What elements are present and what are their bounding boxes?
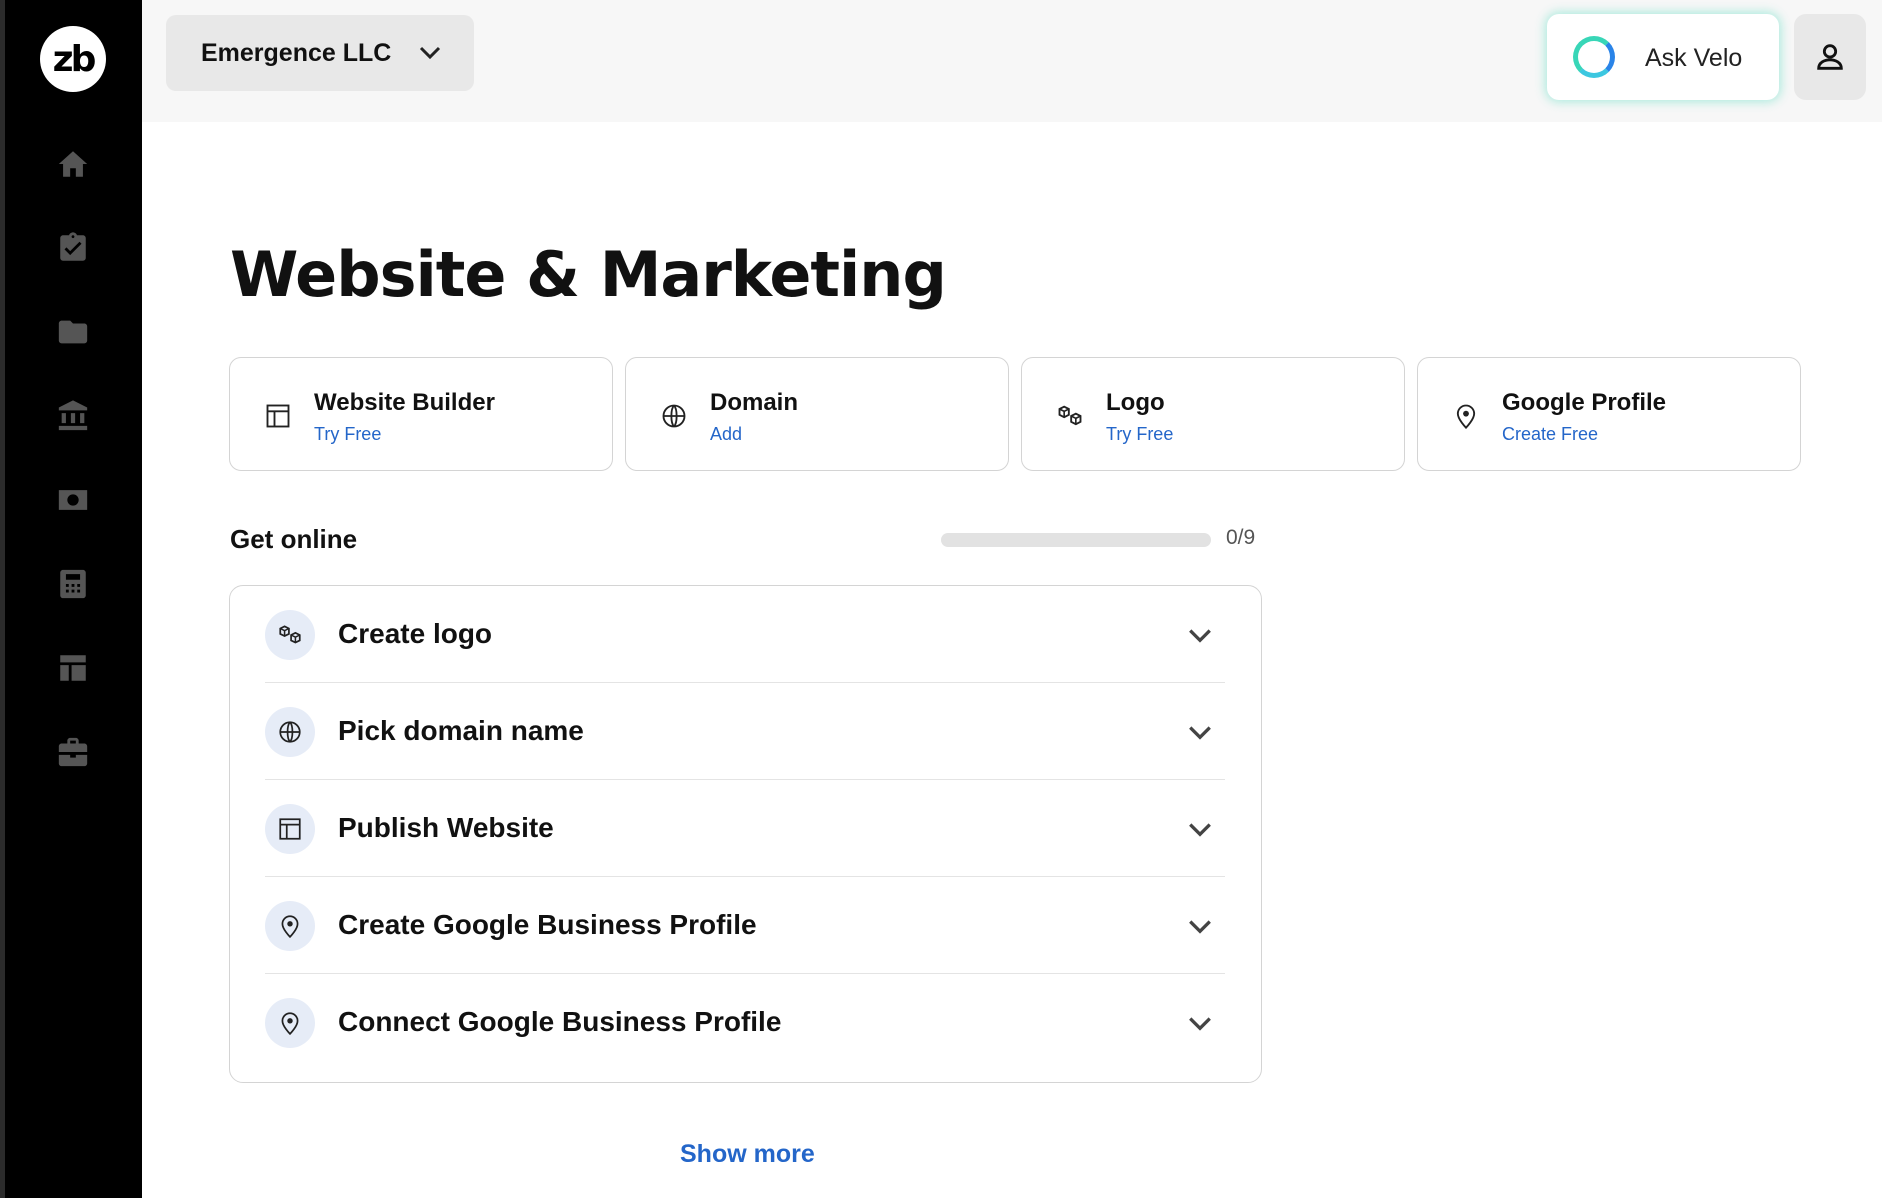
ask-velo-button[interactable]: Ask Velo — [1547, 14, 1779, 100]
card-subtitle[interactable]: Create Free — [1502, 424, 1598, 445]
task-label: Pick domain name — [338, 715, 584, 746]
page-title: Website & Marketing — [230, 238, 947, 311]
task-label: Create Google Business Profile — [338, 909, 757, 940]
chevron-down-icon[interactable] — [1187, 917, 1213, 937]
progress-count: 0/9 — [1226, 526, 1256, 549]
task-create-logo[interactable]: Create logo — [265, 586, 1225, 683]
task-publish-website[interactable]: Publish Website — [265, 780, 1225, 877]
map-pin-icon — [1456, 404, 1476, 429]
get-online-heading: Get online — [230, 524, 358, 554]
calculator-icon[interactable] — [55, 566, 91, 602]
layout-icon — [265, 804, 315, 854]
task-pick-domain-name[interactable]: Pick domain name — [265, 683, 1225, 780]
clipboard-check-icon[interactable] — [55, 230, 91, 266]
get-online-task-list: Create logo Pick domain name Publish Web… — [229, 585, 1262, 1083]
card-subtitle[interactable]: Try Free — [314, 424, 381, 445]
card-title: Website Builder — [314, 389, 495, 416]
bank-icon[interactable] — [55, 398, 91, 434]
website-builder-card[interactable]: Website Builder Try Free — [229, 357, 613, 471]
zb-logo[interactable]: zb — [40, 26, 106, 92]
card-title: Domain — [710, 389, 799, 416]
chevron-down-icon[interactable] — [1187, 723, 1213, 743]
user-icon — [1817, 44, 1843, 70]
task-connect-google-business-profile[interactable]: Connect Google Business Profile — [265, 974, 1225, 1071]
company-switcher[interactable]: Emergence LLC — [166, 15, 474, 91]
card-title: Google Profile — [1502, 389, 1667, 416]
map-pin-icon — [265, 998, 315, 1048]
card-subtitle[interactable]: Try Free — [1106, 424, 1173, 445]
top-bar: Emergence LLC Ask Velo — [142, 0, 1882, 122]
cubes-icon — [1058, 405, 1082, 426]
layout-icon — [266, 404, 290, 428]
chevron-down-icon[interactable] — [1187, 1014, 1213, 1034]
get-online-progress-bar — [941, 533, 1211, 547]
chevron-down-icon[interactable] — [1187, 626, 1213, 646]
sidebar: zb — [0, 0, 142, 1198]
sidebar-edge — [0, 0, 5, 1198]
domain-card[interactable]: Domain Add — [625, 357, 1009, 471]
logo-text: zb — [52, 38, 97, 80]
globe-icon — [662, 404, 686, 428]
ask-velo-label: Ask Velo — [1645, 44, 1743, 72]
chevron-down-icon — [419, 46, 441, 60]
task-label: Create logo — [338, 618, 493, 649]
card-subtitle[interactable]: Add — [710, 424, 742, 445]
globe-icon — [265, 707, 315, 757]
google-profile-card[interactable]: Google Profile Create Free — [1417, 357, 1801, 471]
map-pin-icon — [265, 901, 315, 951]
folder-icon[interactable] — [55, 314, 91, 350]
company-name: Emergence LLC — [201, 38, 392, 67]
logo-card[interactable]: Logo Try Free — [1021, 357, 1405, 471]
task-create-google-business-profile[interactable]: Create Google Business Profile — [265, 877, 1225, 974]
velo-orb-icon — [1573, 36, 1615, 78]
cash-icon[interactable] — [55, 482, 91, 518]
show-more-link[interactable]: Show more — [680, 1140, 815, 1169]
chevron-down-icon[interactable] — [1187, 820, 1213, 840]
user-account-button[interactable] — [1794, 14, 1866, 100]
home-icon[interactable] — [55, 146, 91, 182]
layout-icon[interactable] — [55, 650, 91, 686]
task-label: Connect Google Business Profile — [338, 1006, 782, 1037]
briefcase-icon[interactable] — [55, 734, 91, 770]
card-title: Logo — [1106, 389, 1165, 416]
task-label: Publish Website — [338, 812, 554, 843]
cubes-icon — [265, 610, 315, 660]
